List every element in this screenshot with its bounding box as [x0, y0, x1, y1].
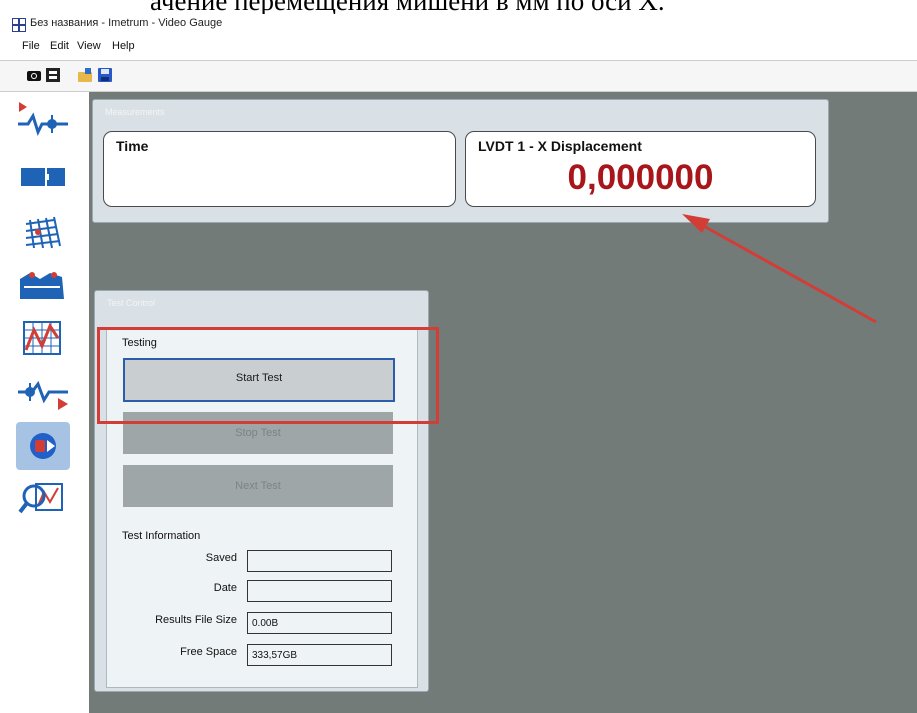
sidebar: [0, 92, 89, 713]
window-title: Без названия - Imetrum - Video Gauge: [30, 17, 223, 29]
menu-view[interactable]: View: [77, 40, 101, 52]
menubar: File Edit View Help: [0, 36, 917, 56]
annotation-highlight-box: [97, 327, 439, 424]
menu-help[interactable]: Help: [112, 40, 135, 52]
saved-label: Saved: [205, 552, 237, 564]
mesh-icon[interactable]: [16, 265, 70, 305]
saved-field: [247, 550, 392, 572]
date-label: Date: [213, 582, 237, 594]
targets-icon[interactable]: [16, 100, 70, 140]
app-icon: [12, 18, 26, 32]
lvdt-label: LVDT 1 - X Displacement: [478, 138, 642, 154]
date-field: [247, 580, 392, 602]
open-icon[interactable]: [78, 68, 92, 82]
graph-icon[interactable]: [16, 318, 70, 358]
lvdt-value: 0,000000: [567, 158, 714, 197]
toolbar: [0, 60, 917, 92]
record-icon[interactable]: [16, 422, 70, 470]
free-space-label: Free Space: [180, 646, 237, 658]
measurements-panel: Measurements Time LVDT 1 - X Displacemen…: [92, 99, 829, 223]
camera-view-icon[interactable]: [16, 156, 70, 196]
film-icon[interactable]: [46, 68, 60, 82]
grid-icon[interactable]: [16, 212, 70, 252]
results-file-size-label: Results File Size: [155, 614, 237, 626]
time-label: Time: [116, 138, 149, 154]
menu-file[interactable]: File: [22, 40, 40, 52]
window-titlebar: Без названия - Imetrum - Video Gauge: [0, 14, 917, 34]
signal-output-icon[interactable]: [16, 372, 70, 412]
results-file-size-field: 0.00B: [247, 612, 392, 634]
test-information-label: Test Information: [122, 530, 201, 542]
analysis-icon[interactable]: [16, 478, 70, 518]
next-test-button[interactable]: Next Test: [123, 465, 393, 507]
save-icon[interactable]: [98, 68, 112, 82]
measurements-panel-title: Measurements: [105, 107, 165, 117]
test-control-panel-title: Test Control: [107, 298, 156, 308]
free-space-field: 333,57GB: [247, 644, 392, 666]
menu-edit[interactable]: Edit: [50, 40, 69, 52]
time-display: Time: [103, 131, 456, 207]
camera-icon[interactable]: [27, 68, 41, 82]
lvdt-display: LVDT 1 - X Displacement 0,000000: [465, 131, 816, 207]
